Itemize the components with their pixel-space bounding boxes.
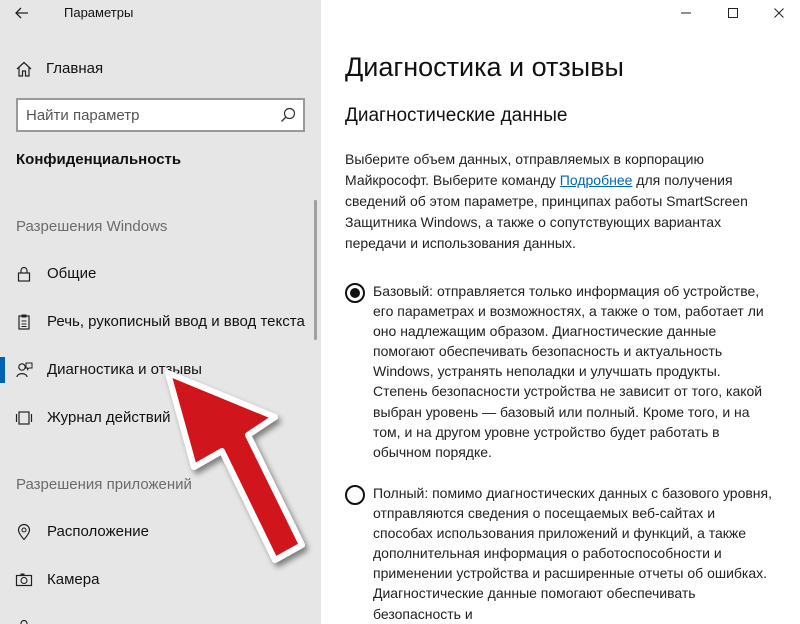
sidebar-item-home[interactable]: Главная (0, 52, 321, 86)
description-text: Выберите объем данных, отправляемых в ко… (345, 149, 765, 254)
sidebar-item-location[interactable]: Расположение (0, 514, 321, 550)
minimize-button[interactable] (663, 0, 709, 26)
back-button[interactable] (12, 3, 32, 23)
sidebar-item-label: Диагностика и отзывы (47, 361, 202, 378)
lock-icon (17, 266, 31, 282)
app-title: Параметры (64, 5, 134, 20)
sidebar-item-activity[interactable]: Журнал действий (0, 400, 321, 436)
clipboard-icon (18, 314, 30, 330)
title-bar: Параметры (0, 0, 321, 26)
active-indicator (0, 357, 5, 383)
search-box[interactable] (16, 98, 305, 132)
group-label-apps: Разрешения приложений (16, 476, 192, 493)
camera-icon (15, 573, 33, 587)
radio-button-basic[interactable] (345, 283, 365, 303)
learn-more-link[interactable]: Подробнее (560, 172, 633, 188)
sidebar-item-label: Журнал действий (47, 409, 171, 426)
sidebar-item-speech[interactable]: Речь, рукописный ввод и ввод текста (0, 304, 321, 340)
page-title: Диагностика и отзывы (345, 52, 624, 82)
microphone-icon (20, 619, 28, 624)
home-icon (16, 61, 32, 77)
sidebar-item-label: Речь, рукописный ввод и ввод текста (47, 313, 305, 330)
radio-button-full[interactable] (345, 485, 365, 505)
search-icon[interactable] (280, 107, 296, 123)
close-button[interactable] (756, 0, 800, 26)
sidebar-scrollbar[interactable] (314, 200, 317, 340)
sidebar-item-label: Общие (47, 265, 97, 282)
maximize-button[interactable] (710, 0, 756, 26)
section-title: Конфиденциальность (16, 151, 182, 168)
close-icon (774, 8, 784, 18)
back-arrow-icon (15, 7, 28, 19)
radio-option-text: Полный: помимо диагностических данных с … (373, 485, 772, 622)
sidebar-item-next[interactable] (0, 610, 321, 624)
group-label-windows: Разрешения Windows (16, 218, 168, 235)
location-icon (17, 523, 31, 541)
timeline-icon (15, 411, 33, 425)
sidebar-item-label: Камера (47, 571, 100, 588)
sidebar-item-label: Главная (46, 60, 104, 77)
sidebar-item-diagnostics[interactable]: Диагностика и отзывы (0, 352, 321, 388)
search-input[interactable] (26, 105, 266, 125)
feedback-person-icon (16, 362, 33, 378)
radio-option-text: Базовый: отправляется только информация … (373, 283, 764, 460)
sidebar-item-general[interactable]: Общие (0, 256, 321, 292)
section-subheader: Диагностические данные (345, 105, 568, 126)
sidebar: Параметры Главная Конфиденциальность Раз… (0, 0, 321, 624)
sidebar-item-label: Расположение (47, 523, 149, 540)
sidebar-item-camera[interactable]: Камера (0, 562, 321, 598)
minimize-icon (681, 12, 691, 14)
main-content: Диагностика и отзывы Диагностические дан… (321, 0, 800, 624)
maximize-icon (728, 8, 738, 18)
